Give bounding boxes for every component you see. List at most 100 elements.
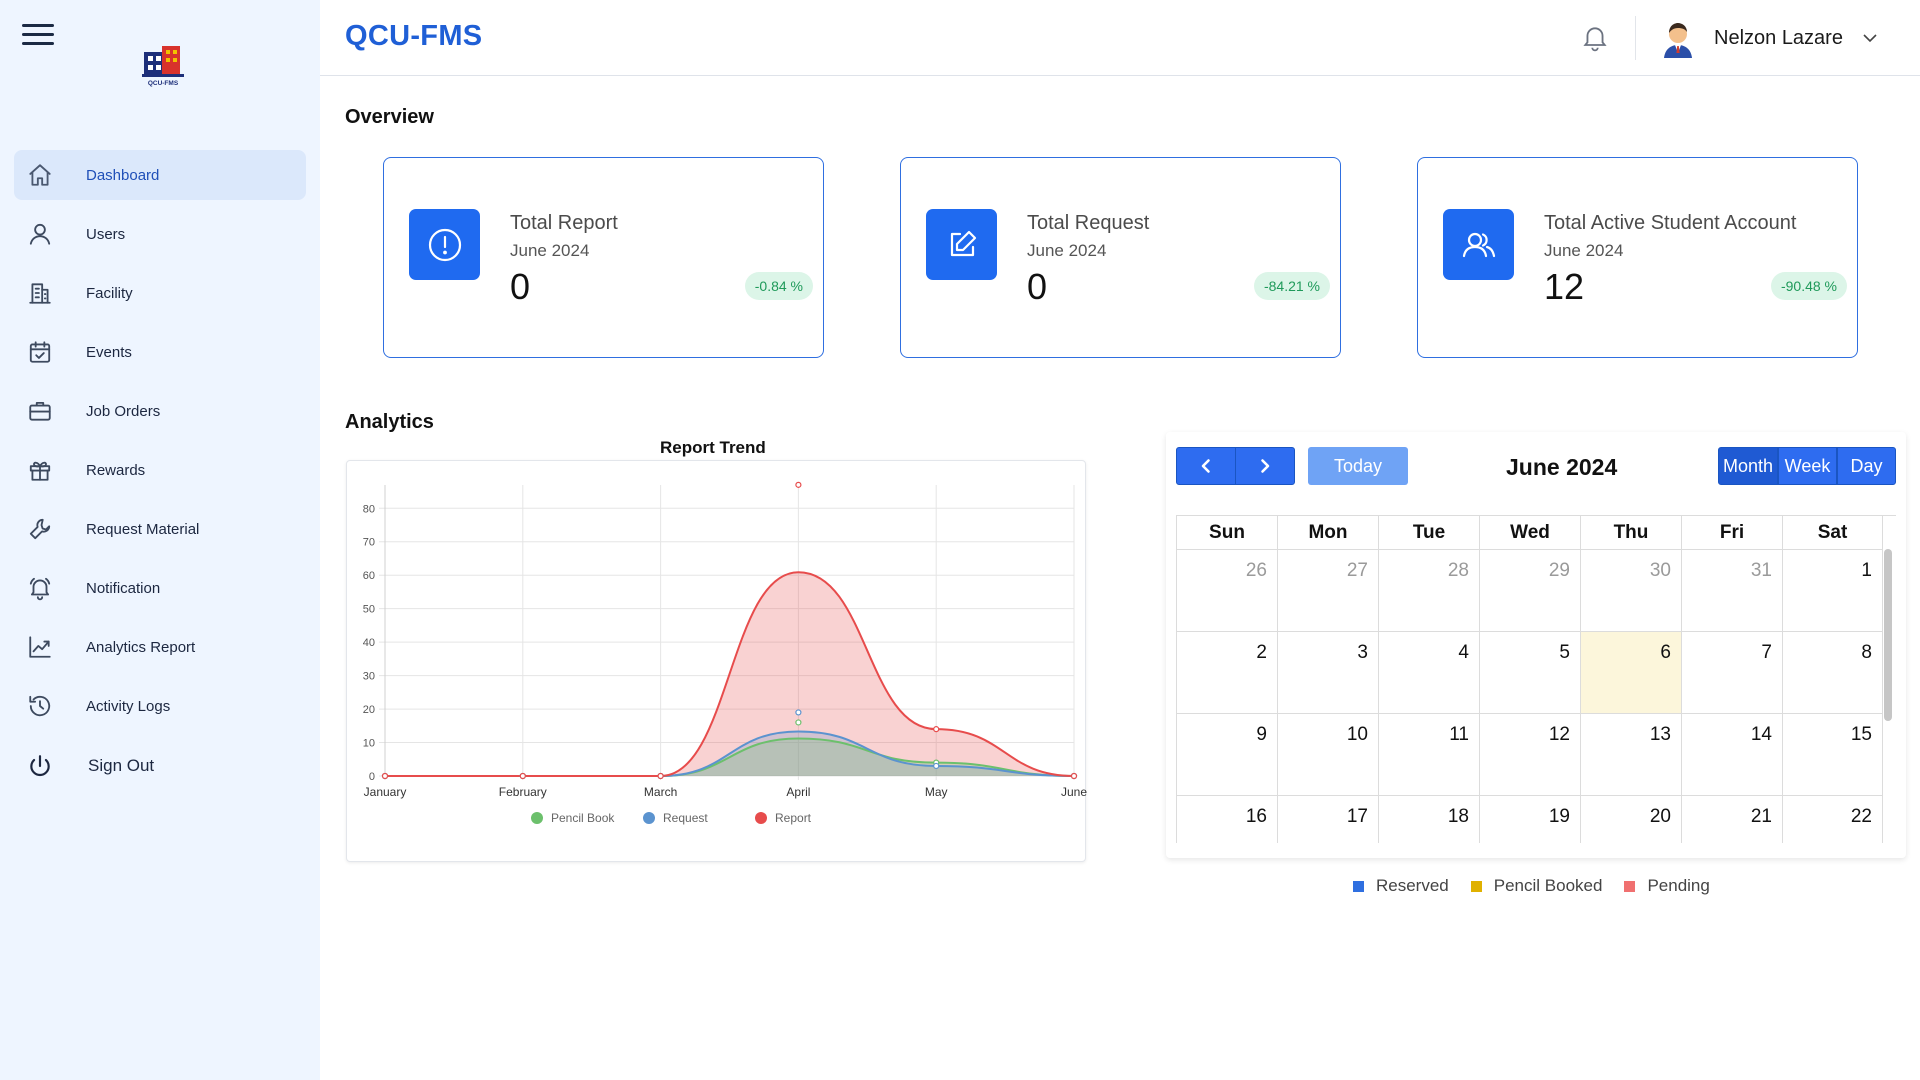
- view-week-button[interactable]: Week: [1778, 447, 1837, 485]
- calendar-day[interactable]: 26: [1176, 549, 1277, 631]
- calendar-month-title: June 2024: [1506, 454, 1618, 480]
- power-icon: [26, 752, 54, 780]
- y-tick-label: 70: [363, 537, 375, 549]
- sidebar-item-rewards[interactable]: Rewards: [14, 445, 306, 495]
- calendar-grid: Sun Mon Tue Wed Thu Fri Sat 26 27 28 29 30 31…: [1176, 515, 1896, 843]
- calendar-day[interactable]: 8: [1782, 631, 1883, 713]
- overview-heading: Overview: [345, 106, 434, 128]
- data-point: [519, 772, 526, 780]
- menu-toggle-icon[interactable]: [22, 24, 54, 52]
- notification-bell-icon[interactable]: [1582, 24, 1608, 52]
- calendar-week-row: 9 10 11 12 13 14 15: [1176, 713, 1896, 795]
- sidebar-item-facility[interactable]: Facility: [14, 268, 306, 318]
- prev-month-button[interactable]: [1176, 447, 1236, 485]
- calendar-scrollbar[interactable]: [1884, 549, 1892, 721]
- sidebar-item-events[interactable]: Events: [14, 327, 306, 377]
- weekday-header: Fri: [1681, 516, 1782, 549]
- legend-marker: [755, 812, 767, 824]
- calendar-day[interactable]: 4: [1378, 631, 1479, 713]
- calendar-week-row: 26 27 28 29 30 31 1: [1176, 549, 1896, 631]
- header-divider: [1635, 16, 1636, 60]
- sidebar: QCU-FMS Dashboard Users Facility Events …: [0, 0, 320, 1080]
- data-point: [381, 772, 389, 780]
- calendar-day[interactable]: 1: [1782, 549, 1883, 631]
- chevron-left-icon: [1201, 459, 1210, 473]
- legend-label: Request: [663, 811, 708, 825]
- sidebar-item-request-material[interactable]: Request Material: [14, 504, 306, 554]
- sidebar-item-activity-logs[interactable]: Activity Logs: [14, 681, 306, 731]
- x-tick-label: January: [364, 785, 407, 799]
- calendar-day[interactable]: 7: [1681, 631, 1782, 713]
- x-tick-label: June: [1061, 785, 1087, 799]
- sign-out-button[interactable]: Sign Out: [14, 741, 306, 791]
- x-tick-label: February: [499, 785, 547, 799]
- user-menu[interactable]: Nelzon Lazare: [1658, 18, 1879, 58]
- edit-icon: [926, 209, 997, 280]
- weekday-header: Sun: [1176, 516, 1277, 549]
- legend-label: Pending: [1647, 876, 1710, 895]
- sidebar-item-users[interactable]: Users: [14, 209, 306, 259]
- calendar-day[interactable]: 29: [1479, 549, 1580, 631]
- card-value: 0: [510, 266, 531, 307]
- calendar-day[interactable]: 5: [1479, 631, 1580, 713]
- chart-canvas: 0 10 20 30 40 50 60 70 80 January February March Apr…: [363, 481, 1087, 825]
- calendar-day[interactable]: 19: [1479, 795, 1580, 843]
- y-tick-label: 60: [363, 570, 375, 582]
- calendar-day[interactable]: 16: [1176, 795, 1277, 843]
- calendar-day[interactable]: 11: [1378, 713, 1479, 795]
- trend-icon: [26, 633, 54, 661]
- calendar-day[interactable]: 22: [1782, 795, 1883, 843]
- calendar-day[interactable]: 2: [1176, 631, 1277, 713]
- weekday-header-row: Sun Mon Tue Wed Thu Fri Sat: [1176, 515, 1896, 549]
- sidebar-item-label: Rewards: [86, 461, 146, 479]
- weekday-header: Sat: [1782, 516, 1883, 549]
- legend-label: Report: [775, 811, 812, 825]
- weekday-header: Tue: [1378, 516, 1479, 549]
- next-month-button[interactable]: [1235, 447, 1295, 485]
- calendar-day[interactable]: 12: [1479, 713, 1580, 795]
- calendar-day[interactable]: 15: [1782, 713, 1883, 795]
- view-month-button[interactable]: Month: [1718, 447, 1778, 485]
- sidebar-item-label: Users: [86, 225, 126, 243]
- calendar-day[interactable]: 18: [1378, 795, 1479, 843]
- calendar-day[interactable]: 30: [1580, 549, 1681, 631]
- calendar-day[interactable]: 27: [1277, 549, 1378, 631]
- calendar-day[interactable]: 20: [1580, 795, 1681, 843]
- legend-item: Reserved: [1353, 876, 1449, 896]
- sidebar-item-dashboard[interactable]: Dashboard: [14, 150, 306, 200]
- bell-icon: [26, 574, 54, 602]
- x-tick-label: March: [644, 785, 677, 799]
- calendar: Today June 2024 Month Week Day Sun Mon T…: [1166, 432, 1906, 858]
- card-value: 0: [1027, 266, 1048, 307]
- legend-label: Pencil Booked: [1493, 876, 1603, 895]
- calendar-day[interactable]: 13: [1580, 713, 1681, 795]
- briefcase-icon: [26, 397, 54, 425]
- today-button[interactable]: Today: [1308, 447, 1408, 485]
- sidebar-item-label: Facility: [86, 284, 133, 302]
- calendar-day[interactable]: 31: [1681, 549, 1782, 631]
- calendar-day[interactable]: 28: [1378, 549, 1479, 631]
- calendar-day[interactable]: 9: [1176, 713, 1277, 795]
- calendar-day-today[interactable]: 6: [1580, 631, 1681, 713]
- change-badge: -90.48 %: [1770, 272, 1847, 300]
- calendar-day[interactable]: 17: [1277, 795, 1378, 843]
- stat-card-active-students: Total Active Student Account June 2024 1…: [1417, 157, 1858, 358]
- calendar-day[interactable]: 21: [1681, 795, 1782, 843]
- card-title: Total Report: [510, 212, 618, 234]
- card-period: June 2024: [1027, 241, 1107, 260]
- calendar-check-icon: [26, 338, 54, 366]
- sidebar-item-analytics-report[interactable]: Analytics Report: [14, 622, 306, 672]
- calendar-day[interactable]: 10: [1277, 713, 1378, 795]
- sidebar-item-notification[interactable]: Notification: [14, 563, 306, 613]
- calendar-day[interactable]: 14: [1681, 713, 1782, 795]
- app-brand-title[interactable]: QCU-FMS: [345, 20, 482, 53]
- change-badge: -0.84 %: [744, 272, 813, 300]
- gift-icon: [26, 456, 54, 484]
- card-period: June 2024: [510, 241, 590, 260]
- legend-label: Pencil Book: [551, 811, 615, 825]
- home-icon: [26, 161, 54, 189]
- report-trend-chart: 0 10 20 30 40 50 60 70 80 January February March Apr…: [346, 460, 1087, 862]
- sidebar-item-job-orders[interactable]: Job Orders: [14, 386, 306, 436]
- calendar-day[interactable]: 3: [1277, 631, 1378, 713]
- view-day-button[interactable]: Day: [1837, 447, 1896, 485]
